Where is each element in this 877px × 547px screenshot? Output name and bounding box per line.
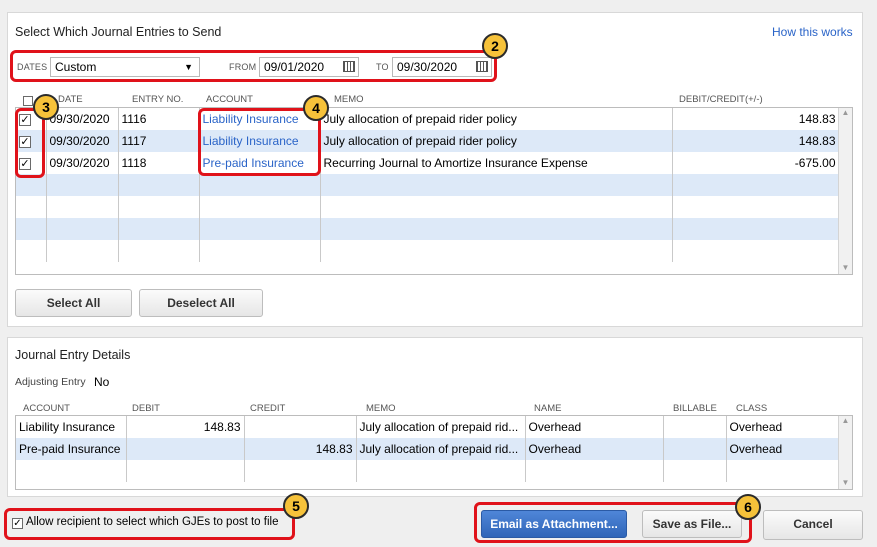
cell-memo: July allocation of prepaid rid... xyxy=(356,438,526,460)
table-row[interactable]: ✓ 09/30/2020 1116 Liability Insurance Ju… xyxy=(16,108,840,130)
callout-allow-recipient xyxy=(4,508,295,540)
detail-header-billable: BILLABLE xyxy=(673,403,717,414)
cell-memo: July allocation of prepaid rider policy xyxy=(320,130,673,152)
cell-memo: July allocation of prepaid rider policy xyxy=(320,108,673,130)
grid-scrollbar[interactable]: ▲ ▼ xyxy=(838,108,852,274)
detail-header-name: NAME xyxy=(534,403,562,414)
callout-dates xyxy=(10,50,497,82)
header-select-all-checkbox[interactable] xyxy=(23,93,33,107)
callout-badge-5: 5 xyxy=(283,493,309,519)
journal-entries-grid: ✓ 09/30/2020 1116 Liability Insurance Ju… xyxy=(15,107,853,275)
detail-header-class: CLASS xyxy=(736,403,768,414)
empty-row xyxy=(16,240,840,262)
cancel-button[interactable]: Cancel xyxy=(763,510,863,540)
cell-date: 09/30/2020 xyxy=(46,130,119,152)
cell-account: Liability Insurance xyxy=(16,416,127,438)
callout-badge-6: 6 xyxy=(735,494,761,520)
cell-amount: 148.83 xyxy=(672,130,840,152)
journal-details-grid: Liability Insurance 148.83 July allocati… xyxy=(15,415,853,490)
cell-class: Overhead xyxy=(726,438,840,460)
cell-date: 09/30/2020 xyxy=(46,152,119,174)
adjusting-entry-value: No xyxy=(94,375,110,389)
select-all-button[interactable]: Select All xyxy=(15,289,132,317)
cell-memo: Recurring Journal to Amortize Insurance … xyxy=(320,152,673,174)
cell-credit xyxy=(244,416,357,438)
how-this-works-link[interactable]: How this works xyxy=(772,25,853,39)
cell-entry-no: 1117 xyxy=(118,130,200,152)
cell-name: Overhead xyxy=(525,438,664,460)
scroll-up-icon[interactable]: ▲ xyxy=(839,108,852,117)
cell-amount: 148.83 xyxy=(672,108,840,130)
cell-credit: 148.83 xyxy=(244,438,357,460)
cell-billable xyxy=(663,438,727,460)
empty-row xyxy=(16,218,840,240)
cell-entry-no: 1118 xyxy=(118,152,200,174)
cell-debit: 148.83 xyxy=(126,416,245,438)
cell-debit xyxy=(126,438,245,460)
detail-header-debit: DEBIT xyxy=(132,403,160,414)
callout-badge-3: 3 xyxy=(33,94,59,120)
callout-send-buttons xyxy=(474,502,752,543)
details-title: Journal Entry Details xyxy=(15,348,131,362)
panel-title: Select Which Journal Entries to Send xyxy=(15,25,222,39)
detail-header-credit: CREDIT xyxy=(250,403,286,414)
cell-name: Overhead xyxy=(525,416,664,438)
callout-badge-4: 4 xyxy=(303,95,329,121)
detail-header-memo: MEMO xyxy=(366,403,396,414)
column-header-debit-credit: DEBIT/CREDIT(+/-) xyxy=(679,94,763,105)
empty-row xyxy=(16,460,840,482)
empty-row xyxy=(16,196,840,218)
empty-row xyxy=(16,174,840,196)
cell-memo: July allocation of prepaid rid... xyxy=(356,416,526,438)
table-row[interactable]: Pre-paid Insurance 148.83 July allocatio… xyxy=(16,438,840,460)
cell-amount: -675.00 xyxy=(672,152,840,174)
column-header-entry-no: ENTRY NO. xyxy=(132,94,184,105)
column-header-account: ACCOUNT xyxy=(206,94,253,105)
column-header-date: DATE xyxy=(58,94,83,105)
details-scrollbar[interactable]: ▲ ▼ xyxy=(838,416,852,489)
scroll-down-icon[interactable]: ▼ xyxy=(839,263,852,272)
cell-entry-no: 1116 xyxy=(118,108,200,130)
cell-billable xyxy=(663,416,727,438)
cell-account: Pre-paid Insurance xyxy=(16,438,127,460)
scroll-up-icon[interactable]: ▲ xyxy=(839,416,852,425)
callout-accounts xyxy=(198,108,321,176)
detail-header-account: ACCOUNT xyxy=(23,403,70,414)
deselect-all-button[interactable]: Deselect All xyxy=(139,289,263,317)
scroll-down-icon[interactable]: ▼ xyxy=(839,478,852,487)
callout-badge-2: 2 xyxy=(482,33,508,59)
table-row[interactable]: Liability Insurance 148.83 July allocati… xyxy=(16,416,840,438)
table-row[interactable]: ✓ 09/30/2020 1118 Pre-paid Insurance Rec… xyxy=(16,152,840,174)
table-row[interactable]: ✓ 09/30/2020 1117 Liability Insurance Ju… xyxy=(16,130,840,152)
column-header-memo: MEMO xyxy=(334,94,364,105)
adjusting-entry-label: Adjusting Entry xyxy=(15,376,86,388)
cell-class: Overhead xyxy=(726,416,840,438)
